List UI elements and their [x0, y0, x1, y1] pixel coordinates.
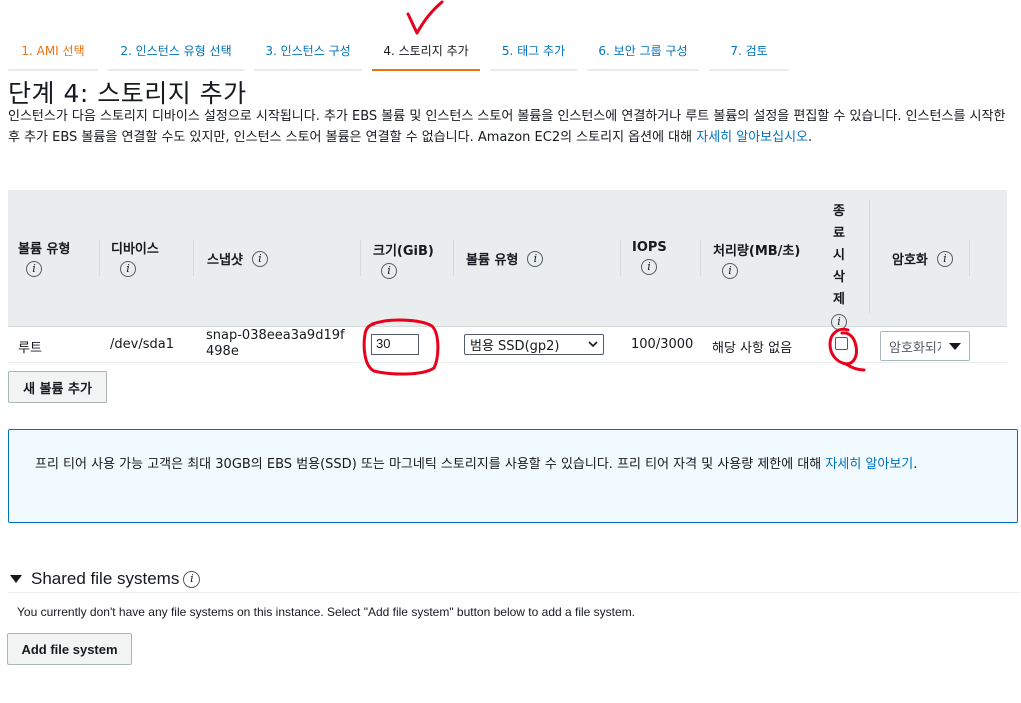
cell-volume-type: 루트	[18, 341, 42, 356]
free-tier-learn-more-link[interactable]: 자세히 알아보기	[825, 457, 913, 472]
encryption-select[interactable]: 암호화되지 않음	[880, 331, 970, 361]
free-tier-info-alert: 프리 티어 사용 가능 고객은 최대 30GB의 EBS 범용(SSD) 또는 …	[8, 429, 1018, 523]
encryption-value: 암호화되지 않음	[889, 340, 941, 356]
header-delete-on-termination-label: 종료 시 삭제	[833, 204, 845, 307]
ebs-volume-type-select[interactable]: 범용 SSD(gp2)	[464, 334, 604, 355]
header-encryption-label: 암호화	[892, 253, 928, 268]
header-separator	[453, 240, 454, 276]
header-delete-on-termination: 종료 시 삭제 i	[831, 201, 847, 333]
header-size-label: 크기(GiB)	[373, 244, 434, 259]
step-review[interactable]: 7. 검토	[709, 40, 789, 71]
chevron-down-icon	[588, 341, 598, 348]
ebs-volume-type-value: 범용 SSD(gp2)	[470, 339, 560, 354]
header-device-label: 디바이스	[111, 242, 159, 257]
header-separator	[193, 240, 194, 276]
header-separator	[99, 240, 100, 276]
shared-file-systems-empty-text: You currently don't have any file system…	[17, 605, 636, 619]
header-separator	[620, 240, 621, 276]
table-header: 볼륨 유형 i 디바이스 i 스냅샷 i 크기(GiB) i 볼륨 유형 i I…	[8, 190, 1007, 330]
cell-iops: 100/3000	[631, 337, 694, 352]
device-info-icon[interactable]: i	[120, 261, 136, 277]
page-title: 단계 4: 스토리지 추가	[8, 79, 247, 108]
volume-type-info-icon[interactable]: i	[26, 261, 42, 277]
header-snapshot: 스냅샷 i	[207, 249, 268, 268]
step-add-storage[interactable]: 4. 스토리지 추가	[372, 40, 480, 71]
shared-file-systems-info-icon[interactable]: i	[183, 570, 201, 588]
header-device: 디바이스 i	[111, 238, 159, 277]
header-separator	[360, 240, 361, 276]
size-info-icon[interactable]: i	[381, 263, 397, 279]
alert-suffix: .	[913, 457, 918, 472]
step-ami[interactable]: 1. AMI 선택	[8, 40, 98, 71]
header-separator	[700, 240, 701, 276]
add-new-volume-button[interactable]: 새 볼륨 추가	[8, 371, 107, 403]
description-suffix: .	[808, 130, 813, 145]
header-volume-type-label: 볼륨 유형	[18, 242, 71, 257]
header-separator	[869, 200, 870, 313]
step-security-group[interactable]: 6. 보안 그룹 구성	[587, 40, 699, 71]
divider	[8, 592, 1020, 593]
red-checkmark-annotation	[406, 0, 444, 35]
shared-file-systems-title: Shared file systems	[31, 569, 180, 588]
size-input[interactable]: 30	[371, 334, 419, 355]
encryption-info-icon[interactable]: i	[936, 250, 953, 267]
cell-device: /dev/sda1	[110, 337, 174, 352]
header-throughput-label: 처리량(MB/초)	[713, 244, 801, 259]
alert-text: 프리 티어 사용 가능 고객은 최대 30GB의 EBS 범용(SSD) 또는 …	[35, 457, 826, 472]
table-row: 루트 /dev/sda1 snap-038eea3a9d19f498e 30 범…	[8, 327, 1007, 363]
step-instance-type[interactable]: 2. 인스턴스 유형 선택	[108, 40, 244, 71]
delete-on-termination-checkbox[interactable]	[835, 337, 848, 350]
step-add-tags[interactable]: 5. 태그 추가	[490, 40, 577, 71]
wizard-steps: 1. AMI 선택 2. 인스턴스 유형 선택 3. 인스턴스 구성 4. 스토…	[8, 40, 799, 71]
header-encryption: 암호화 i	[892, 249, 953, 268]
caret-down-icon	[10, 575, 22, 583]
page-description: 인스턴스가 다음 스토리지 디바이스 설정으로 시작됩니다. 추가 EBS 볼륨…	[8, 106, 1016, 148]
cell-throughput: 해당 사항 없음	[712, 341, 793, 356]
cell-snapshot: snap-038eea3a9d19f498e	[206, 328, 345, 359]
header-snapshot-label: 스냅샷	[207, 253, 243, 268]
description-text: 인스턴스가 다음 스토리지 디바이스 설정으로 시작됩니다. 추가 EBS 볼륨…	[8, 109, 1006, 145]
snapshot-info-icon[interactable]: i	[251, 250, 268, 267]
header-throughput: 처리량(MB/초) i	[713, 240, 800, 279]
ebs-type-info-icon[interactable]: i	[527, 250, 544, 267]
shared-file-systems-header[interactable]: Shared file systems i	[10, 569, 201, 589]
header-ebs-type: 볼륨 유형 i	[466, 249, 544, 268]
learn-more-storage-link[interactable]: 자세히 알아보십시오	[696, 130, 808, 145]
caret-down-icon	[949, 342, 961, 350]
step-configure-instance[interactable]: 3. 인스턴스 구성	[254, 40, 362, 71]
add-file-system-button[interactable]: Add file system	[7, 633, 132, 665]
storage-table: 볼륨 유형 i 디바이스 i 스냅샷 i 크기(GiB) i 볼륨 유형 i I…	[8, 190, 1007, 363]
header-ebs-type-label: 볼륨 유형	[466, 253, 519, 268]
header-size: 크기(GiB) i	[373, 240, 434, 279]
throughput-info-icon[interactable]: i	[722, 263, 738, 279]
header-iops: IOPS i	[632, 240, 667, 275]
header-iops-label: IOPS	[632, 240, 667, 255]
header-separator	[969, 240, 970, 276]
header-volume-type: 볼륨 유형 i	[18, 238, 70, 277]
iops-info-icon[interactable]: i	[641, 259, 657, 275]
